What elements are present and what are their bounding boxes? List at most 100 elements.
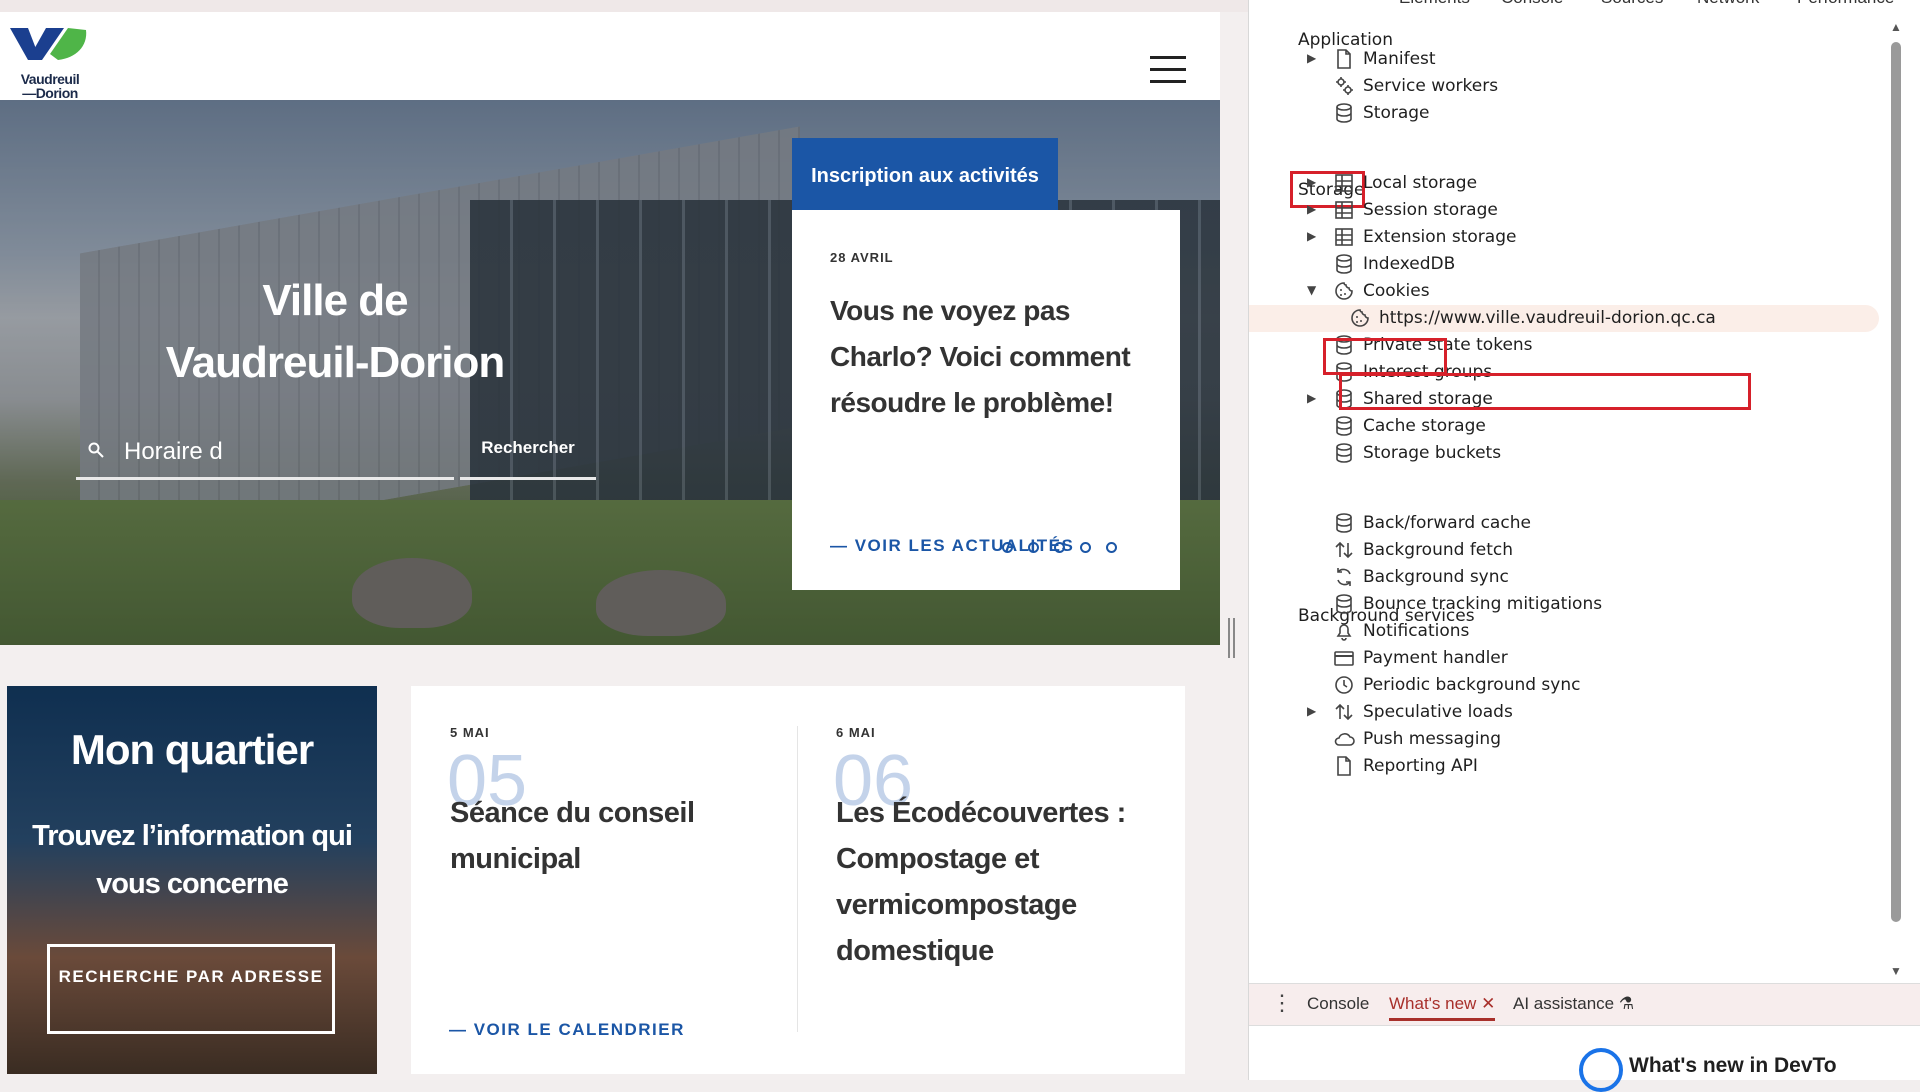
panel-resize-handle[interactable] [1228, 618, 1238, 658]
card-icon [1334, 651, 1354, 666]
tree-item-periodic-background-sync[interactable]: Periodic background sync [1249, 672, 1879, 699]
expand-arrow-right-icon[interactable]: ▶ [1307, 51, 1316, 65]
expand-arrow-right-icon[interactable]: ▶ [1307, 202, 1316, 216]
event-title[interactable]: Séance du conseil municipal [450, 790, 760, 882]
carousel-dot[interactable] [1054, 542, 1065, 553]
search-icon [88, 442, 104, 458]
menu-hamburger-icon[interactable] [1150, 56, 1186, 84]
more-options-icon[interactable]: ⋮ [1271, 990, 1293, 1016]
clock-icon [1335, 676, 1353, 694]
tree-item-reporting-api[interactable]: Reporting API [1249, 753, 1879, 780]
tree-item-label: https://www.ville.vaudreuil-dorion.qc.ca [1379, 308, 1716, 328]
scrollbar-thumb[interactable] [1891, 42, 1901, 922]
hero-title-line1: Ville de [262, 276, 408, 325]
cloud-icon [1334, 733, 1355, 746]
event-date: 5 MAI [450, 725, 490, 740]
gears-icon [1336, 77, 1353, 95]
drawer-tab-console[interactable]: Console [1307, 994, 1369, 1014]
tree-item-label: Speculative loads [1363, 702, 1513, 722]
carousel-dot[interactable] [1002, 542, 1013, 553]
carousel-dot[interactable] [1080, 542, 1091, 553]
expand-arrow-right-icon[interactable]: ▶ [1307, 391, 1316, 405]
tree-item-push-messaging[interactable]: Push messaging [1249, 726, 1879, 753]
tree-item-label: Cookies [1363, 281, 1430, 301]
logo-mark-icon [10, 28, 87, 60]
updown-arrows-icon [1335, 703, 1353, 721]
tree-item-background-fetch[interactable]: Background fetch [1249, 537, 1879, 564]
table-icon [1335, 201, 1353, 219]
bell-icon [1336, 624, 1352, 641]
tree-item-storage[interactable]: Storage [1249, 100, 1879, 127]
database-icon [1336, 513, 1352, 533]
expand-arrow-right-icon[interactable]: ▶ [1307, 704, 1316, 718]
tree-item-https-www-ville-vaudreuil-dorion-qc-ca[interactable]: https://www.ville.vaudreuil-dorion.qc.ca [1249, 305, 1879, 332]
tree-item-cookies[interactable]: ▼ Cookies [1249, 278, 1879, 305]
table-icon [1335, 174, 1353, 192]
tab-network[interactable]: Network [1697, 0, 1759, 8]
tree-item-cache-storage[interactable]: Cache storage [1249, 413, 1879, 440]
tree-item-label: Service workers [1363, 76, 1499, 96]
logo-line1: Vaudreuil [20, 71, 80, 87]
tree-item-service-workers[interactable]: Service workers [1249, 73, 1879, 100]
hero-title: Ville de Vaudreuil-Dorion [150, 270, 520, 394]
event-item[interactable]: 6 MAI 06 Les Écodécouvertes : Compostage… [797, 686, 1157, 1074]
close-icon[interactable]: ✕ [1481, 994, 1495, 1013]
event-date: 6 MAI [836, 725, 876, 740]
file-icon [1337, 49, 1351, 69]
tree-item-label: Bounce tracking mitigations [1363, 594, 1603, 614]
tree-item-payment-handler[interactable]: Payment handler [1249, 645, 1879, 672]
logo-line2: —Dorion [22, 85, 78, 101]
tree-item-label: Reporting API [1363, 756, 1478, 776]
scroll-up-icon[interactable]: ▲ [1889, 20, 1903, 34]
carousel-dots [1002, 540, 1132, 558]
table-icon [1335, 228, 1353, 246]
mon-quartier-card: Mon quartier Trouvez l’information qui v… [7, 686, 377, 1074]
recherche-adresse-button[interactable]: RECHERCHE PAR ADRESSE [47, 944, 335, 1034]
hero-search-input[interactable]: Horaire d [76, 430, 454, 480]
tree-item-bounce-tracking-mitigations[interactable]: Bounce tracking mitigations [1249, 591, 1879, 618]
drawer-tab-ai-label: AI assistance [1513, 994, 1615, 1013]
tree-item-storage-buckets[interactable]: Storage buckets [1249, 440, 1879, 467]
tree-item-session-storage[interactable]: ▶ Session storage [1249, 197, 1879, 224]
tree-item-label: Background fetch [1363, 540, 1514, 560]
event-title[interactable]: Les Écodécouvertes : Compostage et vermi… [836, 790, 1146, 974]
tree-item-speculative-loads[interactable]: ▶ Speculative loads [1249, 699, 1879, 726]
tree-item-background-sync[interactable]: Background sync [1249, 564, 1879, 591]
carousel-dot[interactable] [1106, 542, 1117, 553]
tab-performance[interactable]: Performance [1797, 0, 1894, 8]
tree-item-label: Manifest [1363, 49, 1436, 69]
calendar-link[interactable]: — VOIR LE CALENDRIER [449, 1020, 685, 1040]
tree-item-manifest[interactable]: ▶ Manifest [1249, 46, 1879, 73]
site-logo[interactable]: Vaudreuil —Dorion [6, 24, 90, 100]
news-title[interactable]: Vous ne voyez pas Charlo? Voici comment … [830, 288, 1160, 426]
tree-scrollbar[interactable]: ▲ ▼ [1889, 20, 1903, 980]
expand-arrow-down-icon[interactable]: ▼ [1307, 283, 1316, 297]
expand-arrow-right-icon[interactable]: ▶ [1307, 229, 1316, 243]
tree-item-label: Payment handler [1363, 648, 1508, 668]
whats-new-heading: What's new in DevTo [1629, 1054, 1837, 1077]
flask-icon: ⚗ [1618, 994, 1635, 1013]
browser-top-strip [0, 0, 1248, 12]
tree-item-indexeddb[interactable]: IndexedDB [1249, 251, 1879, 278]
tab-sources[interactable]: Sources [1601, 0, 1663, 8]
tree-item-label: Notifications [1363, 621, 1470, 641]
news-card[interactable]: 28 AVRIL Vous ne voyez pas Charlo? Voici… [792, 210, 1180, 590]
event-item[interactable]: 5 MAI 05 Séance du conseil municipal — V… [411, 686, 771, 1074]
database-icon [1336, 103, 1352, 123]
sync-icon [1337, 568, 1351, 586]
drawer-tab-whats-new[interactable]: What's new ✕ [1389, 994, 1496, 1021]
expand-arrow-right-icon[interactable]: ▶ [1307, 175, 1316, 189]
tree-item-notifications[interactable]: Notifications [1249, 618, 1879, 645]
drawer-tab-ai-assistance[interactable]: AI assistance ⚗ [1513, 994, 1634, 1014]
carousel-dot[interactable] [1028, 542, 1039, 553]
tab-console[interactable]: Console [1501, 0, 1563, 8]
tree-item-back-forward-cache[interactable]: Back/forward cache [1249, 510, 1879, 537]
tree-item-label: Storage buckets [1363, 443, 1502, 463]
tree-item-local-storage[interactable]: ▶ Local storage [1249, 170, 1879, 197]
database-icon [1336, 594, 1352, 614]
inscription-activites-tab[interactable]: Inscription aux activités [792, 138, 1058, 210]
tab-elements[interactable]: Elements [1399, 0, 1470, 8]
scroll-down-icon[interactable]: ▼ [1889, 964, 1903, 978]
hero-search-button[interactable]: Rechercher [460, 430, 596, 480]
tree-item-extension-storage[interactable]: ▶ Extension storage [1249, 224, 1879, 251]
